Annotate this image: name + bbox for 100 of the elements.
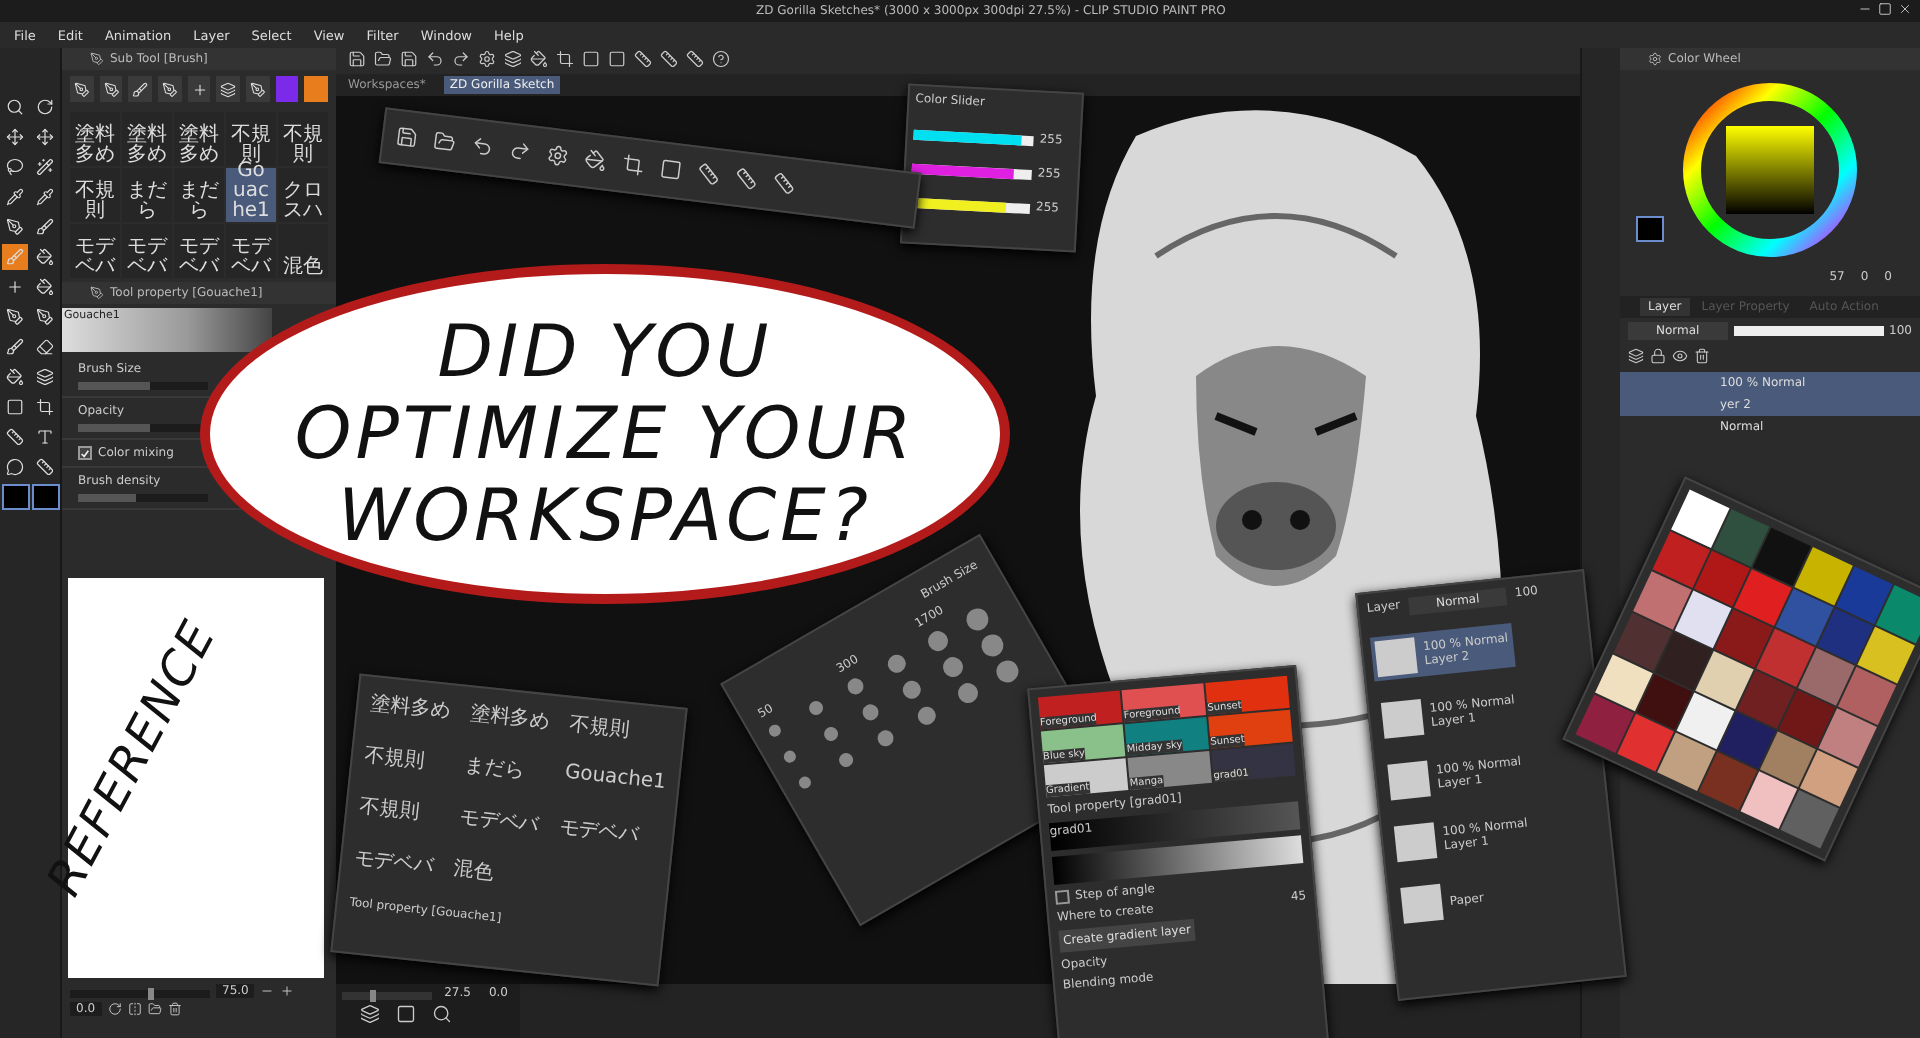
- brush-size-dot[interactable]: [875, 727, 898, 749]
- toolbar-icon[interactable]: [772, 170, 797, 195]
- layout-icon[interactable]: [360, 1004, 380, 1024]
- brush-label[interactable]: モデベバ: [457, 802, 541, 840]
- brush-preset[interactable]: 不規則: [226, 112, 276, 166]
- toolbar-icon[interactable]: [583, 147, 608, 172]
- slider-thumb[interactable]: [369, 990, 376, 1002]
- toolbar-icon[interactable]: [621, 151, 646, 177]
- toolbar-icon[interactable]: [545, 142, 571, 167]
- layer-tool-icon[interactable]: [1672, 348, 1688, 364]
- brush-label[interactable]: 不規則: [358, 792, 421, 827]
- brush-preset[interactable]: 塗料多め: [70, 112, 120, 166]
- brush-label[interactable]: 塗料多め: [369, 688, 452, 726]
- search-icon[interactable]: [432, 1004, 452, 1024]
- brush-size-dot[interactable]: [766, 722, 784, 739]
- brush-icon[interactable]: [191, 81, 208, 97]
- brush-size-dot[interactable]: [914, 703, 940, 728]
- brush-preset[interactable]: クロスハ: [278, 168, 328, 222]
- toolbar-icon[interactable]: [478, 50, 496, 68]
- brush-preset[interactable]: まだら: [174, 168, 224, 222]
- brush-group-icon[interactable]: [128, 76, 153, 102]
- folder-icon[interactable]: [147, 1002, 162, 1016]
- brush-size-dot[interactable]: [977, 630, 1009, 661]
- slider-thumb[interactable]: [147, 988, 153, 1000]
- pen-icon[interactable]: [90, 52, 104, 66]
- brush-label[interactable]: 混色: [452, 854, 496, 887]
- toolbar-icon[interactable]: [452, 50, 470, 68]
- zoom-out-icon[interactable]: [260, 984, 275, 998]
- brush-icon[interactable]: [132, 81, 149, 97]
- layer-tool-icon[interactable]: [1628, 348, 1644, 364]
- brush-preset[interactable]: モデベバ: [174, 224, 224, 278]
- brush-label[interactable]: 不規則: [568, 709, 632, 744]
- slider-track[interactable]: [78, 382, 208, 390]
- brush-size-dot[interactable]: [805, 698, 826, 718]
- maximize-icon[interactable]: [1878, 2, 1892, 16]
- flip-icon[interactable]: [127, 1002, 142, 1016]
- brush-preset[interactable]: まだら: [122, 168, 172, 222]
- checkbox[interactable]: [78, 446, 92, 460]
- brush-preset[interactable]: モデベバ: [226, 224, 276, 278]
- toolbar-icon[interactable]: [470, 133, 495, 158]
- brush-size-dot[interactable]: [835, 750, 856, 770]
- toolbar-icon[interactable]: [348, 50, 366, 68]
- brush-icon[interactable]: [103, 81, 119, 97]
- main-color-swatch[interactable]: [1, 484, 29, 510]
- brush-label[interactable]: まだら: [463, 751, 526, 786]
- brush-preset[interactable]: モデベバ: [70, 224, 120, 278]
- brush-label[interactable]: 塗料多め: [468, 699, 552, 736]
- brush-size-dot[interactable]: [845, 675, 868, 697]
- brush-preset[interactable]: モデベバ: [122, 224, 172, 278]
- toolbar-icon[interactable]: [394, 123, 420, 149]
- checkbox[interactable]: [1054, 889, 1070, 905]
- close-icon[interactable]: [1898, 2, 1912, 16]
- brush-group-icon[interactable]: [246, 76, 270, 102]
- brush-group-icon[interactable]: [158, 76, 182, 102]
- toolbar-icon[interactable]: [696, 160, 722, 186]
- toolbar-icon[interactable]: [400, 50, 418, 68]
- main-color-swatch[interactable]: [1636, 216, 1664, 242]
- brush-size-dot[interactable]: [884, 651, 910, 677]
- sub-color-swatch[interactable]: [31, 484, 59, 510]
- toolbar-icon[interactable]: [426, 50, 444, 68]
- brush-icon[interactable]: [73, 81, 90, 97]
- brush-size-dot[interactable]: [781, 748, 799, 765]
- color-wheel[interactable]: [1680, 80, 1860, 260]
- toolbar-icon[interactable]: [504, 50, 522, 68]
- layer-tool-icon[interactable]: [1650, 348, 1666, 364]
- brush-icon[interactable]: [220, 81, 237, 97]
- toolbar-icon[interactable]: [556, 50, 574, 68]
- toolbar-icon[interactable]: [686, 50, 704, 68]
- brush-group-icon[interactable]: [70, 76, 94, 102]
- slider-track[interactable]: [78, 494, 208, 502]
- toolbar-icon[interactable]: [658, 156, 684, 181]
- brush-preset[interactable]: 混色: [278, 224, 328, 278]
- brush-size-dot[interactable]: [820, 724, 841, 744]
- rotate-icon[interactable]: [107, 1002, 122, 1016]
- brush-icon[interactable]: [249, 81, 266, 97]
- toolbar-icon[interactable]: [432, 128, 458, 154]
- toolbar-icon[interactable]: [734, 165, 759, 191]
- pen-icon[interactable]: [90, 286, 104, 300]
- toolbar-icon[interactable]: [374, 50, 392, 68]
- brush-label[interactable]: モデベバ: [557, 813, 641, 850]
- brush-group-icon[interactable]: [187, 76, 211, 102]
- brush-group-icon[interactable]: [216, 76, 241, 102]
- color-slider-track[interactable]: [911, 163, 1032, 181]
- brush-label[interactable]: 不規則: [363, 740, 427, 775]
- brush-group-icon[interactable]: [99, 76, 123, 102]
- layer-tool-icon[interactable]: [1694, 348, 1710, 364]
- brush-label[interactable]: モデベバ: [352, 844, 436, 881]
- brush-label[interactable]: Gouache1: [563, 761, 667, 801]
- brush-preset[interactable]: 塗料多め: [122, 112, 172, 166]
- toolbar-icon[interactable]: [660, 50, 678, 68]
- minimize-icon[interactable]: [1858, 2, 1872, 16]
- trash-icon[interactable]: [167, 1002, 182, 1016]
- brush-preset[interactable]: 不規則: [70, 168, 120, 222]
- brush-preset[interactable]: 塗料多め: [174, 112, 224, 166]
- brush-icon[interactable]: [161, 81, 178, 97]
- toolbar-icon[interactable]: [530, 50, 548, 68]
- brush-size-dot[interactable]: [796, 774, 814, 791]
- brush-size-dot[interactable]: [899, 677, 925, 703]
- toolbar-icon[interactable]: [634, 50, 652, 68]
- panel-icon[interactable]: [396, 1004, 416, 1024]
